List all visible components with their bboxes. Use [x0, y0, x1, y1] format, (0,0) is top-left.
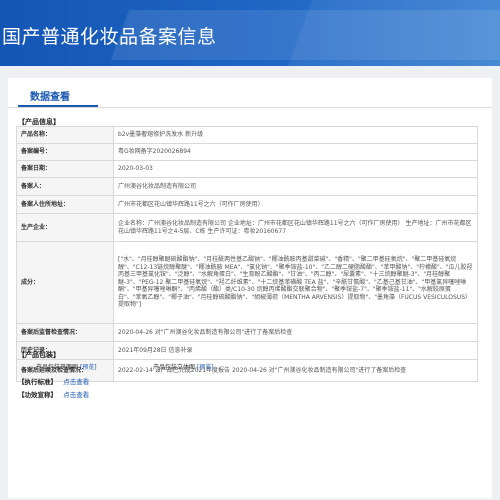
row-label: 备案人住所地址： — [16, 195, 114, 214]
history-value: 2021年09月28日 信息补录 — [113, 341, 478, 360]
filer-address-value: 广州市花都区花山镇华辉路11号之六（可作厂房使用） — [113, 195, 478, 214]
tab-bar: 数据查看 — [8, 78, 492, 108]
table-row: 成分： ["水"、"月桂醇聚醚硫酸酯钠"、"月桂酰两性基乙酸钠"、"椰油酰胺丙基… — [16, 241, 478, 324]
supervision-value: 2020-04-26 对"广州澳谷化妆品制造有限公司"进行了备案后检查 — [113, 323, 478, 342]
row-label: 备案日期： — [16, 160, 114, 178]
tab-data-view[interactable]: 数据查看 — [30, 88, 70, 103]
page-title: 国产普通化妆品备案信息 — [2, 26, 217, 48]
row-label: 备案编号： — [16, 143, 114, 161]
package-solid-label: 产品包装立体图 — [153, 364, 196, 371]
product-name-value: b2v墨藻奢熔修护洗发水 新升级 — [113, 126, 478, 144]
content-panel: 数据查看 【产品信息】 产品名称： b2v墨藻奢熔修护洗发水 新升级 备案编号：… — [8, 78, 492, 498]
table-row: 备案人住所地址： 广州市花都区花山镇华辉路11号之六（可作厂房使用） — [16, 195, 478, 214]
row-label: 生产企业： — [16, 213, 114, 242]
package-solid-item: 产品包装立体图 [预览] — [153, 362, 214, 371]
row-label: 备案人： — [16, 177, 114, 196]
package-plan-label: 产品包装平面图 — [36, 364, 79, 371]
row-label: 备案后监督检查情况： — [16, 323, 114, 342]
package-section-title: 【产品包装】 — [18, 351, 60, 359]
manufacturer-value: 企业名称：广州澳谷化妆品制造有限公司 企业地址：广州市花都区花山镇华辉路11号之… — [113, 213, 478, 242]
table-row: 历史记录： 2021年09月28日 信息补录 — [16, 341, 478, 360]
standard-section-title: 【执行标准】 — [18, 378, 57, 386]
filing-date-value: 2020-03-03 — [113, 160, 478, 178]
standard-view-link[interactable]: 点击查看 — [63, 378, 89, 386]
table-row: 备案人： 广州澳谷化妆品制造有限公司 — [16, 177, 478, 196]
efficacy-section: 【功效宣称】 点击查看 — [18, 389, 89, 399]
table-row: 备案编号： 粤G妆网备字2020026894 — [16, 143, 478, 161]
product-info-table: 产品名称： b2v墨藻奢熔修护洗发水 新升级 备案编号： 粤G妆网备字20200… — [16, 126, 478, 382]
efficacy-section-title: 【功效宣称】 — [18, 391, 57, 399]
filer-value: 广州澳谷化妆品制造有限公司 — [113, 177, 478, 196]
table-row: 产品名称： b2v墨藻奢熔修护洗发水 新升级 — [16, 126, 478, 144]
table-row: 生产企业： 企业名称：广州澳谷化妆品制造有限公司 企业地址：广州市花都区花山镇华… — [16, 213, 478, 242]
row-label: 成分： — [16, 241, 114, 324]
filing-number-value: 粤G妆网备字2020026894 — [113, 143, 478, 161]
header-banner: 国产普通化妆品备案信息 — [0, 0, 500, 66]
row-label: 产品名称： — [16, 126, 114, 144]
package-plan-item: 产品包装平面图 [预览] — [36, 362, 97, 371]
package-plan-preview-link[interactable]: [预览] — [80, 364, 97, 371]
package-solid-preview-link[interactable]: [预览] — [197, 364, 214, 371]
table-row: 备案日期： 2020-03-03 — [16, 160, 478, 178]
tab-active-indicator — [18, 105, 98, 107]
efficacy-view-link[interactable]: 点击查看 — [63, 391, 89, 399]
ingredients-value: ["水"、"月桂醇聚醚硫酸酯钠"、"月桂酰两性基乙酸钠"、"椰油酰胺丙基甜菜碱"… — [113, 241, 478, 324]
table-row: 备案后监督检查情况： 2020-04-26 对"广州澳谷化妆品制造有限公司"进行… — [16, 323, 478, 342]
standard-section: 【执行标准】 点击查看 — [18, 376, 89, 386]
